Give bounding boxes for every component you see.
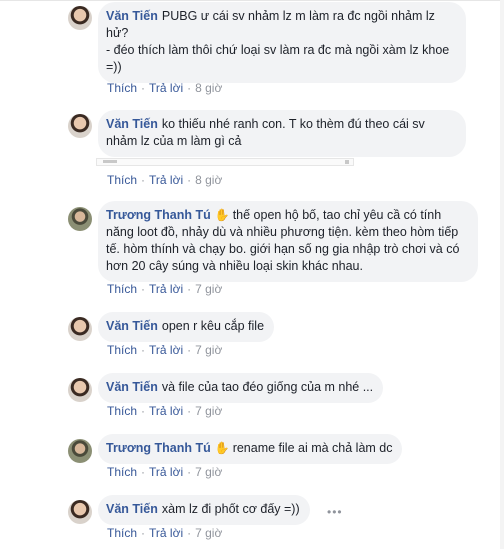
wave-hand-icon: ✋	[214, 208, 230, 222]
timestamp[interactable]: 7 giờ	[195, 465, 222, 479]
reply-button[interactable]: Trả lời	[149, 526, 183, 540]
avatar[interactable]	[68, 207, 92, 231]
avatar[interactable]	[68, 439, 92, 463]
reply-button[interactable]: Trả lời	[149, 173, 183, 187]
reply-button[interactable]: Trả lời	[149, 81, 183, 95]
like-button[interactable]: Thích	[107, 465, 137, 479]
comment-actions: Thích · Trả lời · 7 giờ	[107, 282, 223, 296]
comment-bubble: Trương Thanh Tú ✋ rename file ai mà chả là…	[98, 434, 403, 464]
attachment-preview[interactable]	[96, 158, 354, 166]
comment-actions: Thích · Trả lời · 7 giờ	[107, 465, 223, 479]
comment-bubble: Văn Tiến open r kêu cắp file	[98, 312, 275, 342]
comment-bubble: Văn Tiến ko thiếu nhé ranh con. T ko thèm…	[98, 110, 466, 157]
timestamp[interactable]: 7 giờ	[195, 526, 222, 540]
author-name[interactable]: Văn Tiến	[106, 502, 158, 516]
timestamp[interactable]: 7 giờ	[195, 404, 222, 418]
avatar[interactable]	[68, 6, 92, 30]
comment-bubble: Văn Tiến và file của tao đéo giống của m …	[98, 373, 384, 403]
comment-bubble: Văn Tiến PUBG ư cái sv nhảm lz m làm ra đ…	[98, 2, 466, 83]
comment-bubble: Trương Thanh Tú ✋ thế open hộ bố, tao chỉ …	[98, 201, 478, 282]
author-name[interactable]: Văn Tiến	[106, 380, 158, 394]
author-name[interactable]: Văn Tiến	[106, 319, 158, 333]
like-button[interactable]: Thích	[107, 81, 137, 95]
comment-text: open r kêu cắp file	[161, 319, 265, 333]
reply-button[interactable]: Trả lời	[149, 282, 183, 296]
avatar[interactable]	[68, 114, 92, 138]
avatar[interactable]	[68, 317, 92, 341]
like-button[interactable]: Thích	[107, 526, 137, 540]
comment-bubble: Văn Tiến xàm lz đi phốt cơ đấy =))	[98, 495, 310, 525]
reply-button[interactable]: Trả lời	[149, 465, 183, 479]
author-name[interactable]: Văn Tiến	[106, 9, 158, 23]
author-name[interactable]: Trương Thanh Tú	[106, 208, 211, 222]
reply-button[interactable]: Trả lời	[149, 404, 183, 418]
timestamp[interactable]: 7 giờ	[195, 343, 222, 357]
like-button[interactable]: Thích	[107, 343, 137, 357]
avatar[interactable]	[68, 500, 92, 524]
comment-actions: Thích · Trả lời · 7 giờ	[107, 343, 223, 357]
comment-text: và file của tao đéo giống của m nhé ...	[161, 380, 374, 394]
comment-actions: Thích · Trả lời · 7 giờ	[107, 526, 223, 540]
comment-actions: Thích · Trả lời · 7 giờ	[107, 404, 223, 418]
author-name[interactable]: Văn Tiến	[106, 117, 158, 131]
timestamp[interactable]: 7 giờ	[195, 282, 222, 296]
timestamp[interactable]: 8 giờ	[195, 81, 222, 95]
comment-actions: Thích · Trả lời · 8 giờ	[107, 81, 223, 95]
top-border	[0, 0, 504, 1]
reply-button[interactable]: Trả lời	[149, 343, 183, 357]
like-button[interactable]: Thích	[107, 282, 137, 296]
comment-text: xàm lz đi phốt cơ đấy =))	[161, 502, 300, 516]
timestamp[interactable]: 8 giờ	[195, 173, 222, 187]
more-horizontal-icon[interactable]: •••	[327, 505, 343, 519]
like-button[interactable]: Thích	[107, 173, 137, 187]
scrollbar[interactable]	[500, 0, 504, 549]
like-button[interactable]: Thích	[107, 404, 137, 418]
avatar[interactable]	[68, 378, 92, 402]
comment-actions: Thích · Trả lời · 8 giờ	[107, 173, 223, 187]
comment-text: rename file ai mà chả làm dc	[232, 441, 393, 455]
wave-hand-icon: ✋	[214, 441, 230, 455]
author-name[interactable]: Trương Thanh Tú	[106, 441, 211, 455]
